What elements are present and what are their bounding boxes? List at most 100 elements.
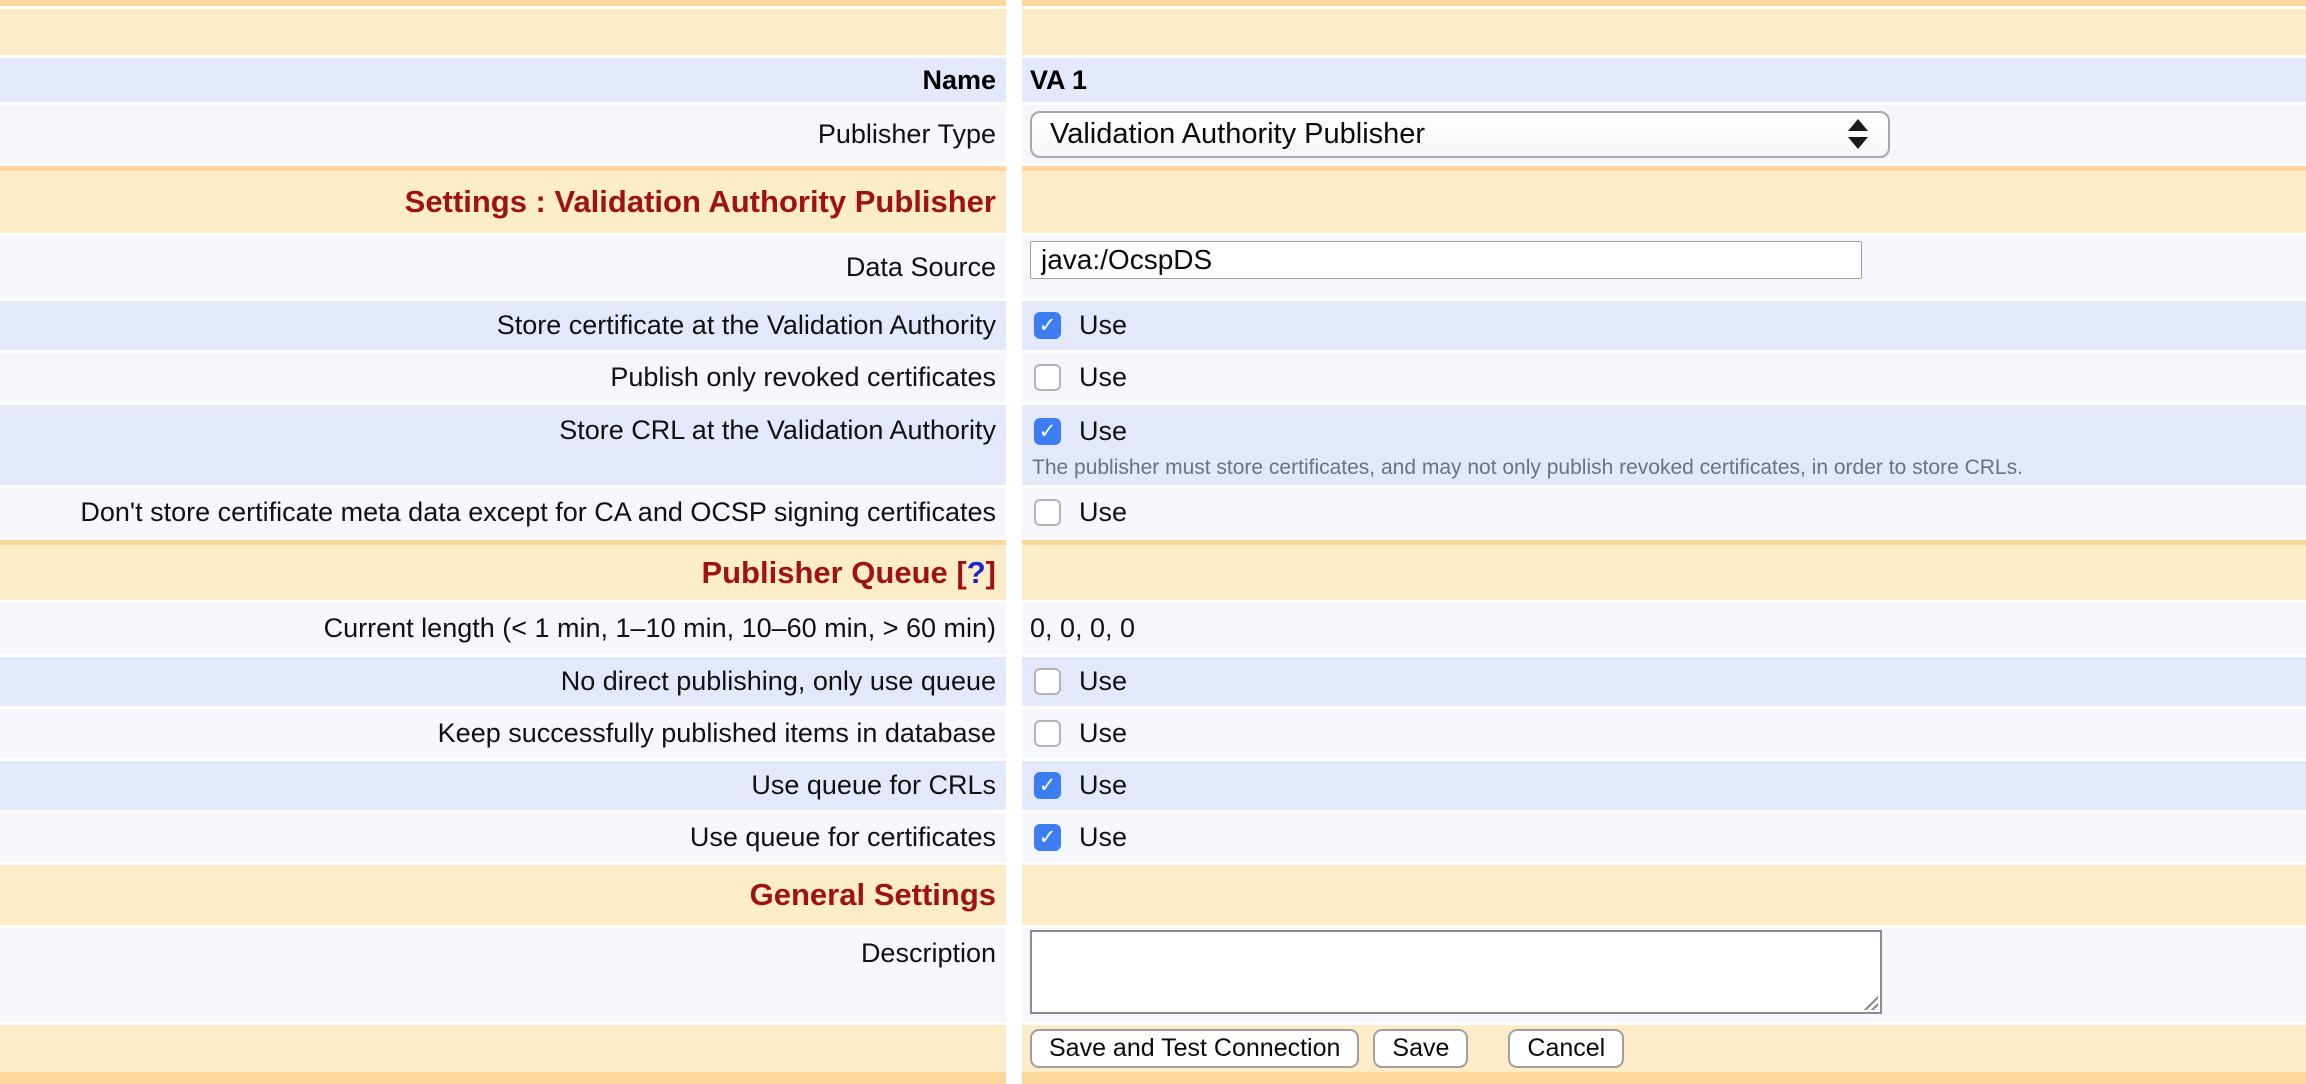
current-length-label: Current length (< 1 min, 1–10 min, 10–60…	[324, 613, 996, 644]
table-row-publisher-type: Publisher Type Validation Authority Publ…	[0, 105, 2306, 163]
publisher-type-label-cell: Publisher Type	[0, 105, 1006, 163]
section-row-publisher-queue: Publisher Queue [?]	[0, 540, 2306, 600]
use-label: Use	[1079, 310, 1127, 341]
queue-crls-checkbox[interactable]	[1034, 772, 1061, 799]
strip-right	[1022, 1072, 2306, 1084]
column-gap	[1006, 709, 1022, 758]
no-direct-publishing-checkbox[interactable]	[1034, 668, 1061, 695]
use-label: Use	[1079, 362, 1127, 393]
settings-section-right	[1022, 166, 2306, 233]
column-gap	[1006, 865, 1022, 925]
general-settings-section-right	[1022, 865, 2306, 925]
publish-only-revoked-label: Publish only revoked certificates	[610, 362, 996, 393]
arrow-down-icon	[1848, 137, 1868, 149]
publisher-queue-title-text: Publisher Queue	[701, 555, 947, 590]
column-gap	[1006, 58, 1022, 102]
name-label-cell: Name	[0, 58, 1006, 102]
current-length-value: 0, 0, 0, 0	[1030, 613, 1135, 644]
use-label: Use	[1079, 416, 1127, 447]
column-gap	[1006, 236, 1022, 298]
dont-store-meta-checkbox[interactable]	[1034, 499, 1061, 526]
column-gap	[1006, 405, 1022, 485]
store-crl-label: Store CRL at the Validation Authority	[559, 415, 996, 446]
use-label: Use	[1079, 497, 1127, 528]
buttons-row-left	[0, 1025, 1006, 1072]
arrow-up-icon	[1848, 119, 1868, 131]
general-settings-section-title: General Settings	[750, 877, 996, 913]
select-spinner-icon	[1848, 119, 1868, 149]
publisher-queue-help-link[interactable]: ?	[967, 555, 986, 590]
column-gap	[1006, 488, 1022, 537]
table-row-name: Name VA 1	[0, 58, 2306, 102]
description-label-cell: Description	[0, 928, 1006, 1022]
table-row-keep-published: Keep successfully published items in dat…	[0, 709, 2306, 758]
table-row-buttons: Save and Test Connection Save Cancel	[0, 1025, 2306, 1072]
publish-only-revoked-value-cell: Use	[1022, 353, 2306, 402]
strip-left	[0, 0, 1006, 6]
queue-certificates-label: Use queue for certificates	[690, 822, 996, 853]
column-gap	[1006, 813, 1022, 862]
column-gap	[1006, 928, 1022, 1022]
queue-certificates-value-cell: Use	[1022, 813, 2306, 862]
save-button[interactable]: Save	[1373, 1029, 1468, 1068]
settings-section-title: Settings : Validation Authority Publishe…	[405, 184, 996, 220]
settings-section-cell: Settings : Validation Authority Publishe…	[0, 166, 1006, 233]
keep-published-label-cell: Keep successfully published items in dat…	[0, 709, 1006, 758]
store-crl-checkbox[interactable]	[1034, 418, 1061, 445]
column-gap	[1006, 1025, 1022, 1072]
table-row-store-certificate: Store certificate at the Validation Auth…	[0, 301, 2306, 350]
no-direct-publishing-label: No direct publishing, only use queue	[561, 666, 996, 697]
column-gap	[1006, 657, 1022, 706]
section-band-empty	[0, 9, 2306, 55]
help-bracket-close: ]	[986, 555, 996, 590]
column-gap	[1006, 105, 1022, 163]
store-certificate-value-cell: Use	[1022, 301, 2306, 350]
help-bracket-open: [	[956, 555, 966, 590]
no-direct-publishing-label-cell: No direct publishing, only use queue	[0, 657, 1006, 706]
table-row-no-direct-publishing: No direct publishing, only use queue Use	[0, 657, 2306, 706]
section-row-general-settings: General Settings	[0, 865, 2306, 925]
publisher-queue-section-title: Publisher Queue [?]	[701, 555, 996, 591]
dont-store-meta-value-cell: Use	[1022, 488, 2306, 537]
publish-only-revoked-checkbox[interactable]	[1034, 364, 1061, 391]
table-row-publish-only-revoked: Publish only revoked certificates Use	[0, 353, 2306, 402]
store-crl-label-cell: Store CRL at the Validation Authority	[0, 405, 1006, 485]
dont-store-meta-label: Don't store certificate meta data except…	[80, 497, 996, 528]
use-label: Use	[1079, 718, 1127, 749]
table-row-queue-certificates: Use queue for certificates Use	[0, 813, 2306, 862]
table-row-description: Description	[0, 928, 2306, 1022]
publisher-type-label: Publisher Type	[818, 119, 996, 150]
column-gap	[1006, 761, 1022, 810]
publish-only-revoked-label-cell: Publish only revoked certificates	[0, 353, 1006, 402]
band-right	[1022, 9, 2306, 55]
name-label: Name	[922, 65, 996, 96]
queue-certificates-label-cell: Use queue for certificates	[0, 813, 1006, 862]
cancel-button[interactable]: Cancel	[1508, 1029, 1624, 1068]
description-textarea[interactable]	[1030, 930, 1882, 1014]
publisher-type-select[interactable]: Validation Authority Publisher	[1030, 111, 1890, 158]
top-border-strip	[0, 0, 2306, 6]
queue-certificates-checkbox[interactable]	[1034, 824, 1061, 851]
store-crl-note: The publisher must store certificates, a…	[1030, 456, 2023, 480]
save-and-test-connection-button[interactable]: Save and Test Connection	[1030, 1029, 1359, 1068]
column-gap	[1006, 540, 1022, 600]
use-label: Use	[1079, 822, 1127, 853]
band-left	[0, 9, 1006, 55]
store-crl-checkbox-line: Use	[1030, 416, 1127, 447]
table-row-queue-crls: Use queue for CRLs Use	[0, 761, 2306, 810]
column-gap	[1006, 603, 1022, 654]
publisher-edit-page: Name VA 1 Publisher Type Validation Auth…	[0, 0, 2306, 1084]
publisher-type-selected-option: Validation Authority Publisher	[1050, 118, 1425, 151]
publisher-queue-section-right	[1022, 540, 2306, 600]
use-label: Use	[1079, 666, 1127, 697]
store-certificate-checkbox[interactable]	[1034, 312, 1061, 339]
description-value-cell	[1022, 928, 2306, 1022]
store-certificate-label-cell: Store certificate at the Validation Auth…	[0, 301, 1006, 350]
name-value-cell: VA 1	[1022, 58, 2306, 102]
bottom-border-strip	[0, 1072, 2306, 1084]
column-gap	[1006, 353, 1022, 402]
data-source-label-cell: Data Source	[0, 236, 1006, 298]
data-source-input[interactable]	[1030, 241, 1862, 279]
description-textarea-wrap	[1030, 930, 1882, 1014]
keep-published-checkbox[interactable]	[1034, 720, 1061, 747]
